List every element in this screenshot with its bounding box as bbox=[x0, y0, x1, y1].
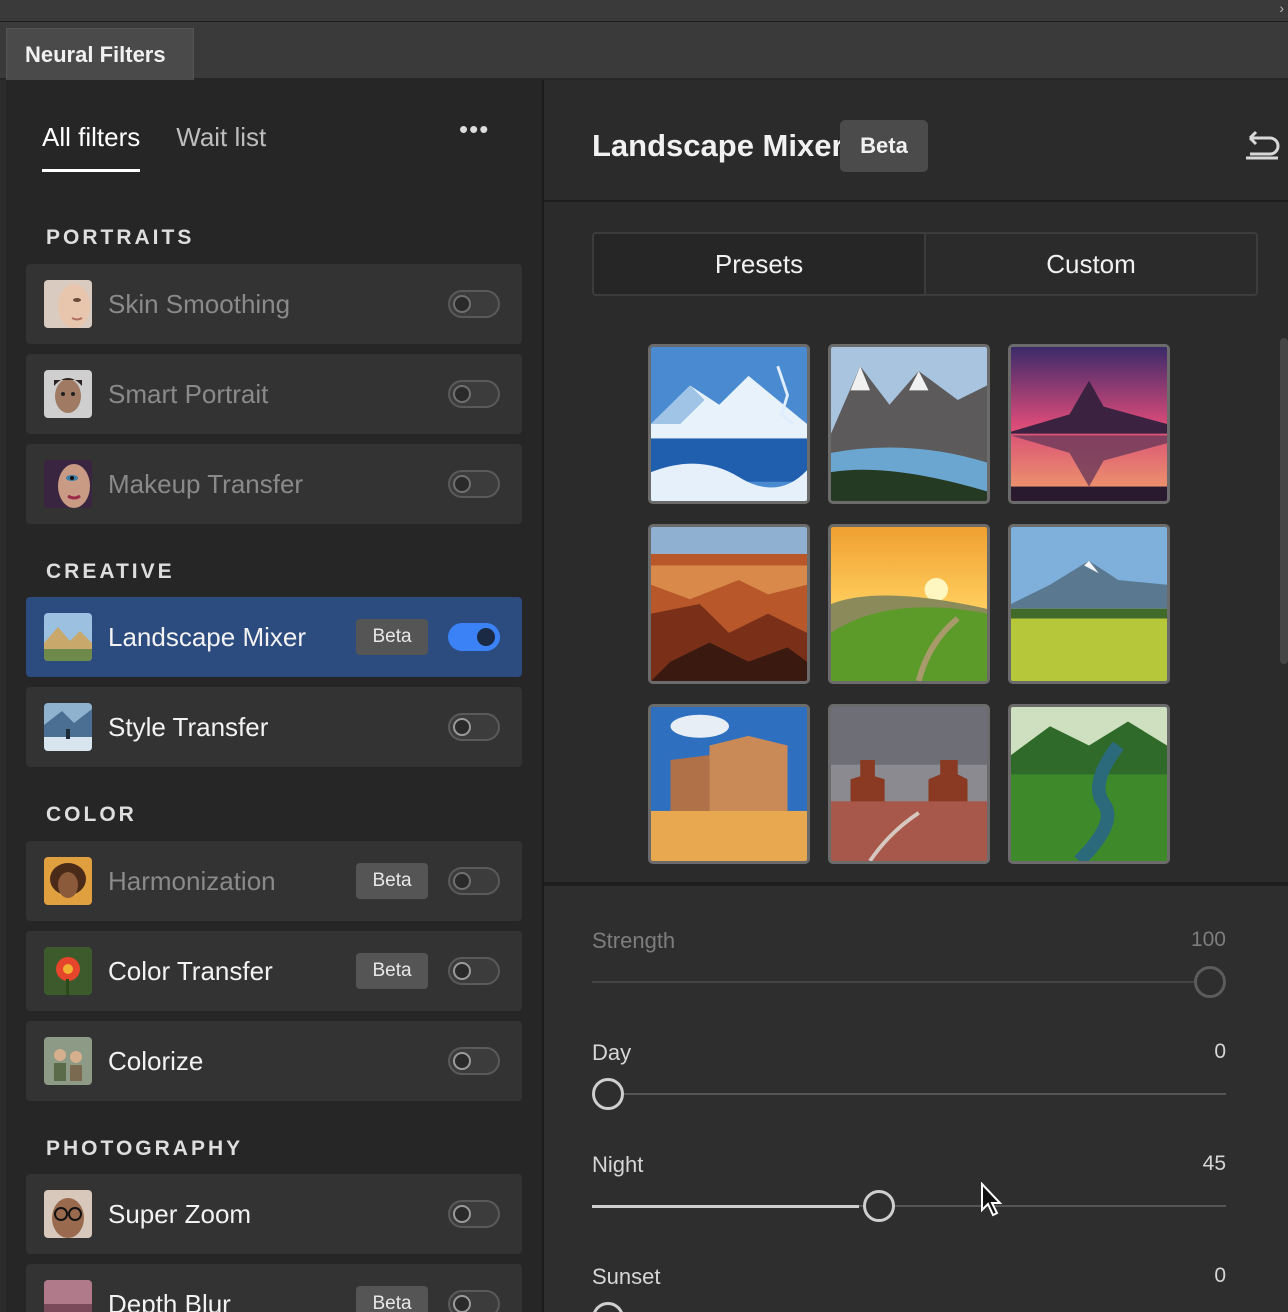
harmonization-thumbnail bbox=[44, 857, 92, 905]
makeup-transfer-toggle[interactable] bbox=[448, 470, 500, 498]
filter-item-style-transfer[interactable]: Style Transfer bbox=[26, 687, 522, 767]
filter-label: Style Transfer bbox=[108, 711, 269, 742]
filter-item-depth-blur[interactable]: Depth Blur Beta bbox=[26, 1264, 522, 1312]
preset-alpine-valley-lake[interactable] bbox=[828, 344, 990, 504]
filter-item-harmonization[interactable]: Harmonization Beta bbox=[26, 841, 522, 921]
reset-icon[interactable] bbox=[1242, 124, 1282, 164]
tab-presets[interactable]: Presets bbox=[594, 234, 926, 294]
tab-all-filters[interactable]: All filters bbox=[42, 122, 141, 172]
depth-blur-thumbnail bbox=[44, 1280, 92, 1312]
depth-blur-toggle[interactable] bbox=[448, 1290, 500, 1312]
skin-smoothing-toggle[interactable] bbox=[448, 290, 500, 318]
sunset-label: Sunset bbox=[592, 1264, 661, 1289]
night-slider-fill bbox=[592, 1205, 859, 1208]
section-title-creative: CREATIVE bbox=[46, 560, 175, 583]
strength-label: Strength bbox=[592, 928, 676, 953]
skin-smoothing-thumbnail bbox=[44, 280, 92, 328]
night-value: 45 bbox=[1202, 1152, 1226, 1175]
mouse-cursor-icon bbox=[980, 1181, 1004, 1223]
smart-portrait-toggle[interactable] bbox=[448, 380, 500, 408]
filter-label: Harmonization bbox=[108, 865, 276, 896]
chevron-right-icon[interactable]: › bbox=[1279, 0, 1284, 16]
colorize-toggle[interactable] bbox=[448, 1047, 500, 1075]
detail-header: Landscape Mixer Beta bbox=[544, 80, 1288, 202]
preset-alpine-meadow[interactable] bbox=[1008, 524, 1170, 684]
smart-portrait-thumbnail bbox=[44, 370, 92, 418]
presets-custom-switch: Presets Custom bbox=[592, 232, 1258, 296]
strength-value: 100 bbox=[1190, 928, 1226, 951]
super-zoom-toggle[interactable] bbox=[448, 1200, 500, 1228]
section-title-photography: PHOTOGRAPHY bbox=[46, 1137, 244, 1160]
preset-scrollbar[interactable] bbox=[1280, 338, 1288, 664]
preset-grid bbox=[648, 344, 1174, 864]
preset-matterhorn-sunset-reflection[interactable] bbox=[1008, 344, 1170, 504]
filter-item-skin-smoothing[interactable]: Skin Smoothing bbox=[26, 264, 522, 344]
strength-slider[interactable] bbox=[592, 966, 1226, 998]
filter-label: Super Zoom bbox=[108, 1198, 252, 1229]
night-slider[interactable] bbox=[592, 1190, 1226, 1222]
makeup-transfer-thumbnail bbox=[44, 460, 92, 508]
top-bar: › bbox=[0, 0, 1288, 22]
night-slider-knob[interactable] bbox=[862, 1190, 895, 1222]
filters-sidebar: All filters Wait list ••• PORTRAITS Skin… bbox=[6, 80, 544, 1312]
preset-monument-valley[interactable] bbox=[828, 704, 990, 864]
ellipsis-icon[interactable]: ••• bbox=[459, 114, 489, 145]
filter-label: Landscape Mixer bbox=[108, 621, 306, 652]
preset-desert-rock-formations[interactable] bbox=[648, 704, 810, 864]
section-title-color: COLOR bbox=[46, 803, 137, 826]
color-transfer-thumbnail bbox=[44, 947, 92, 995]
day-value: 0 bbox=[1214, 1040, 1226, 1063]
super-zoom-thumbnail bbox=[44, 1190, 92, 1238]
tab-custom[interactable]: Custom bbox=[926, 234, 1256, 294]
day-slider-knob[interactable] bbox=[592, 1078, 624, 1110]
detail-title: Landscape Mixer bbox=[592, 128, 844, 163]
tab-wait-list[interactable]: Wait list bbox=[176, 122, 266, 172]
filter-label: Skin Smoothing bbox=[108, 288, 291, 319]
beta-badge: Beta bbox=[356, 863, 428, 899]
detail-beta-badge: Beta bbox=[840, 120, 928, 172]
strength-slider-knob[interactable] bbox=[1194, 966, 1226, 998]
harmonization-toggle[interactable] bbox=[448, 867, 500, 895]
filter-item-makeup-transfer[interactable]: Makeup Transfer bbox=[26, 444, 522, 524]
landscape-mixer-toggle[interactable] bbox=[448, 623, 500, 651]
night-label: Night bbox=[592, 1152, 644, 1177]
color-transfer-toggle[interactable] bbox=[448, 957, 500, 985]
filter-label: Colorize bbox=[108, 1045, 204, 1076]
beta-badge: Beta bbox=[356, 953, 428, 989]
filter-label: Color Transfer bbox=[108, 955, 273, 986]
section-title-portraits: PORTRAITS bbox=[46, 226, 195, 249]
landscape-mixer-thumbnail bbox=[44, 613, 92, 661]
filter-label: Smart Portrait bbox=[108, 378, 269, 409]
filter-item-landscape-mixer[interactable]: Landscape Mixer Beta bbox=[26, 597, 522, 677]
filter-item-colorize[interactable]: Colorize bbox=[26, 1021, 522, 1101]
filter-label: Makeup Transfer bbox=[108, 468, 304, 499]
day-slider[interactable] bbox=[592, 1078, 1226, 1110]
colorize-thumbnail bbox=[44, 1037, 92, 1085]
filter-item-color-transfer[interactable]: Color Transfer Beta bbox=[26, 931, 522, 1011]
preset-green-hills-sunrise[interactable] bbox=[828, 524, 990, 684]
day-label: Day bbox=[592, 1040, 632, 1065]
preset-snowy-lake-mountains[interactable] bbox=[648, 344, 810, 504]
preset-grand-canyon[interactable] bbox=[648, 524, 810, 684]
panel-tab-neural-filters[interactable]: Neural Filters bbox=[6, 28, 194, 80]
beta-badge: Beta bbox=[356, 619, 428, 655]
filter-item-smart-portrait[interactable]: Smart Portrait bbox=[26, 354, 522, 434]
preset-jungle-river[interactable] bbox=[1008, 704, 1170, 864]
style-transfer-thumbnail bbox=[44, 703, 92, 751]
panel-tab-strip: Neural Filters bbox=[0, 22, 1288, 80]
style-transfer-toggle[interactable] bbox=[448, 713, 500, 741]
filter-item-super-zoom[interactable]: Super Zoom bbox=[26, 1174, 522, 1254]
filter-tabs: All filters Wait list bbox=[42, 122, 266, 172]
sunset-value: 0 bbox=[1214, 1264, 1226, 1287]
filter-label: Depth Blur bbox=[108, 1288, 231, 1312]
filter-detail-panel: Landscape Mixer Beta Presets Custom Stre… bbox=[544, 80, 1288, 1312]
beta-badge: Beta bbox=[356, 1286, 428, 1312]
